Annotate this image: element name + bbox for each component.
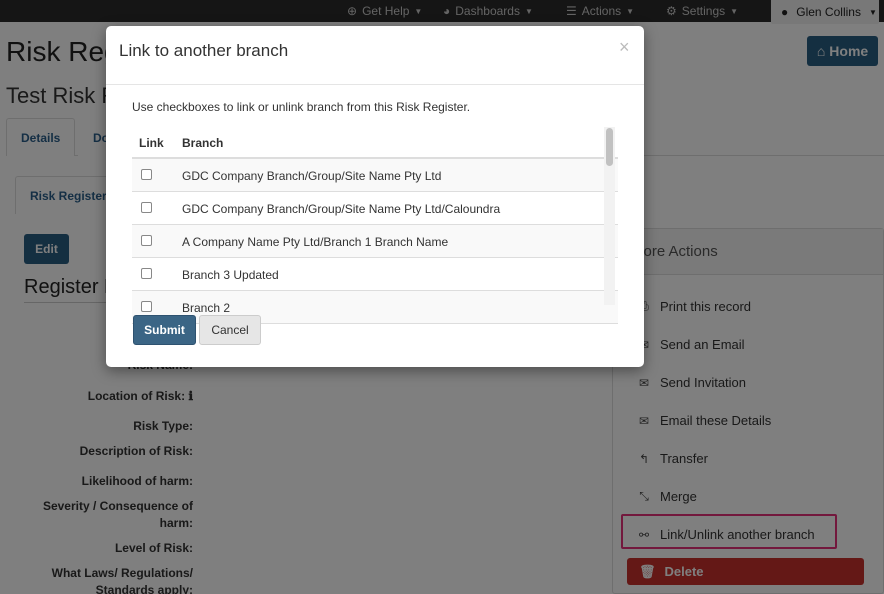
- col-branch-header: Branch: [182, 136, 224, 150]
- modal-title: Link to another branch: [119, 41, 289, 60]
- table-row: A Company Name Pty Ltd/Branch 1 Branch N…: [132, 225, 618, 258]
- branch-name: GDC Company Branch/Group/Site Name Pty L…: [182, 202, 501, 216]
- col-link-header: Link: [139, 136, 164, 150]
- branch-table[interactable]: Link Branch GDC Company Branch/Group/Sit…: [132, 127, 618, 330]
- link-checkbox[interactable]: [141, 268, 152, 279]
- table-row: GDC Company Branch/Group/Site Name Pty L…: [132, 192, 618, 225]
- modal-header: Link to another branch ×: [106, 26, 644, 85]
- table-row: GDC Company Branch/Group/Site Name Pty L…: [132, 159, 618, 192]
- branch-name: Branch 2: [182, 301, 231, 315]
- link-checkbox[interactable]: [141, 169, 152, 180]
- submit-button[interactable]: Submit: [133, 315, 196, 345]
- branch-name: Branch 3 Updated: [182, 268, 279, 282]
- link-checkbox[interactable]: [141, 202, 152, 213]
- close-icon[interactable]: ×: [619, 37, 630, 58]
- cancel-button[interactable]: Cancel: [199, 315, 261, 345]
- link-checkbox[interactable]: [141, 235, 152, 246]
- modal-description: Use checkboxes to link or unlink branch …: [132, 100, 471, 114]
- branch-name: GDC Company Branch/Group/Site Name Pty L…: [182, 169, 442, 183]
- table-scrollbar-thumb[interactable]: [606, 128, 613, 166]
- branch-name: A Company Name Pty Ltd/Branch 1 Branch N…: [182, 235, 449, 249]
- table-row: Branch 3 Updated: [132, 258, 618, 291]
- link-checkbox[interactable]: [141, 301, 152, 312]
- table-header: Link Branch: [132, 127, 618, 159]
- table-body: GDC Company Branch/Group/Site Name Pty L…: [132, 159, 618, 324]
